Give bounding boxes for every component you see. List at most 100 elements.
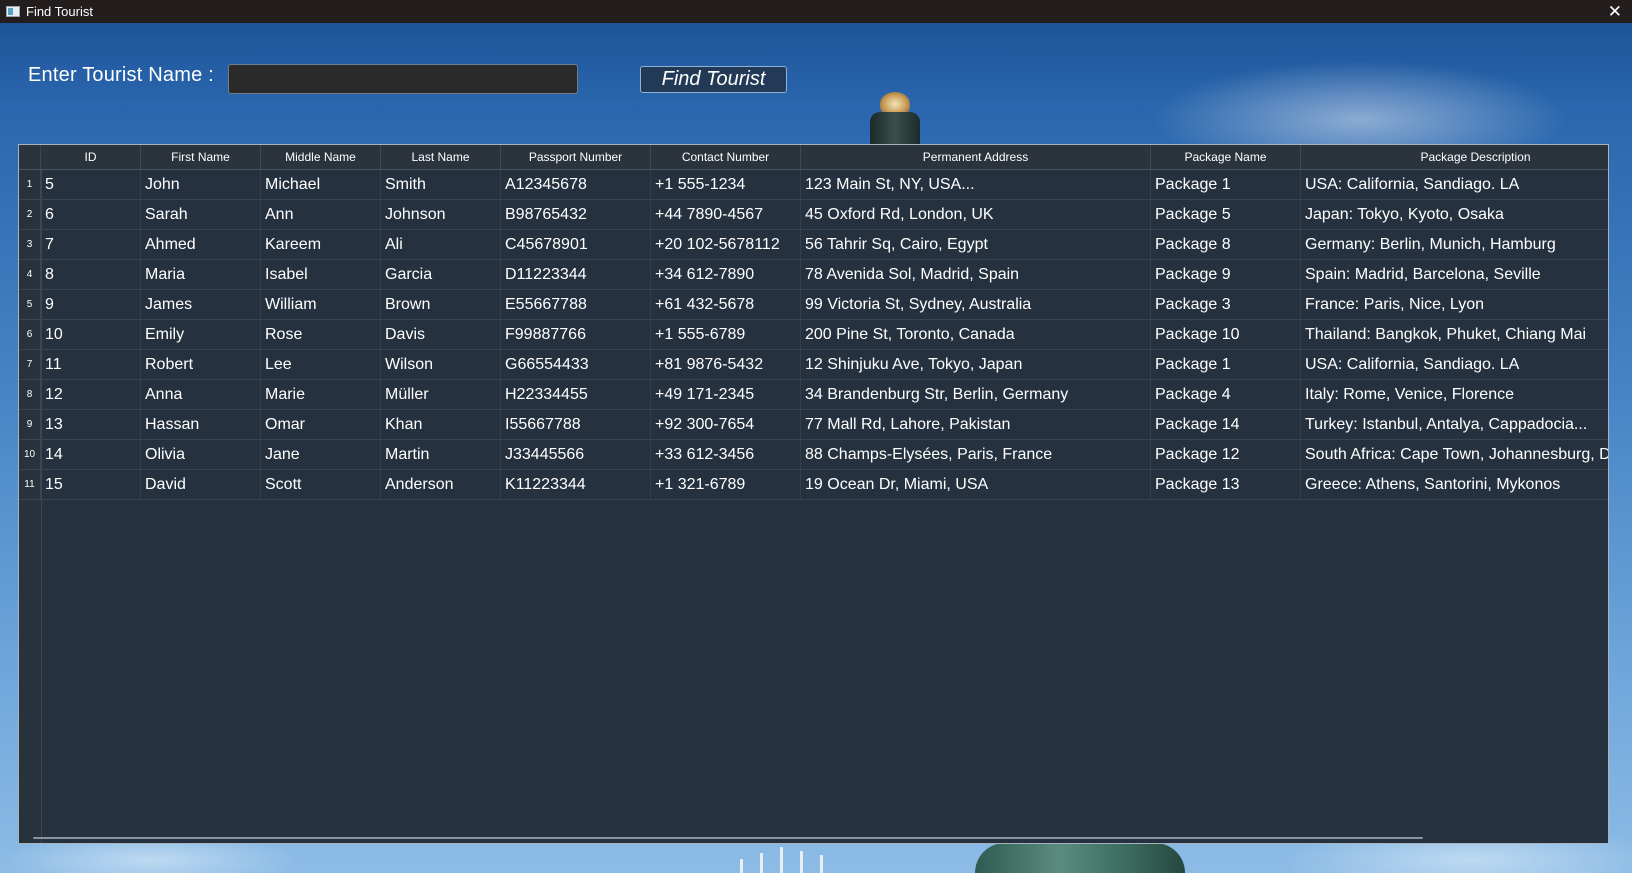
row-number[interactable]: 9: [19, 410, 41, 439]
cell-middle-name[interactable]: William: [261, 290, 381, 319]
column-header-middle-name[interactable]: Middle Name: [261, 145, 381, 169]
cell-first-name[interactable]: Ahmed: [141, 230, 261, 259]
cell-package-description[interactable]: South Africa: Cape Town, Johannesburg, D…: [1301, 440, 1608, 469]
cell-last-name[interactable]: Smith: [381, 170, 501, 199]
cell-last-name[interactable]: Martin: [381, 440, 501, 469]
cell-package-name[interactable]: Package 5: [1151, 200, 1301, 229]
cell-permanent-address[interactable]: 12 Shinjuku Ave, Tokyo, Japan: [801, 350, 1151, 379]
cell-middle-name[interactable]: Jane: [261, 440, 381, 469]
cell-passport-number[interactable]: I55667788: [501, 410, 651, 439]
row-number[interactable]: 10: [19, 440, 41, 469]
cell-package-description[interactable]: Japan: Tokyo, Kyoto, Osaka: [1301, 200, 1608, 229]
cell-contact-number[interactable]: +61 432-5678: [651, 290, 801, 319]
cell-first-name[interactable]: Hassan: [141, 410, 261, 439]
table-row[interactable]: 11 15 David Scott Anderson K11223344 +1 321-67…: [19, 470, 1608, 500]
cell-permanent-address[interactable]: 45 Oxford Rd, London, UK: [801, 200, 1151, 229]
cell-package-name[interactable]: Package 9: [1151, 260, 1301, 289]
cell-package-name[interactable]: Package 13: [1151, 470, 1301, 499]
find-tourist-button[interactable]: Find Tourist: [640, 66, 787, 93]
column-header-package-name[interactable]: Package Name: [1151, 145, 1301, 169]
cell-contact-number[interactable]: +34 612-7890: [651, 260, 801, 289]
cell-id[interactable]: 13: [41, 410, 141, 439]
cell-middle-name[interactable]: Michael: [261, 170, 381, 199]
cell-id[interactable]: 14: [41, 440, 141, 469]
cell-package-name[interactable]: Package 10: [1151, 320, 1301, 349]
cell-package-name[interactable]: Package 12: [1151, 440, 1301, 469]
cell-package-description[interactable]: Turkey: Istanbul, Antalya, Cappadocia...: [1301, 410, 1608, 439]
column-header-passport-number[interactable]: Passport Number: [501, 145, 651, 169]
cell-first-name[interactable]: Anna: [141, 380, 261, 409]
cell-passport-number[interactable]: B98765432: [501, 200, 651, 229]
cell-contact-number[interactable]: +20 102-5678112: [651, 230, 801, 259]
cell-package-name[interactable]: Package 3: [1151, 290, 1301, 319]
table-row[interactable]: 8 12 Anna Marie Müller H22334455 +49 171-2345 3…: [19, 380, 1608, 410]
cell-passport-number[interactable]: K11223344: [501, 470, 651, 499]
cell-package-name[interactable]: Package 1: [1151, 350, 1301, 379]
cell-last-name[interactable]: Khan: [381, 410, 501, 439]
cell-last-name[interactable]: Anderson: [381, 470, 501, 499]
cell-id[interactable]: 12: [41, 380, 141, 409]
cell-package-description[interactable]: Thailand: Bangkok, Phuket, Chiang Mai: [1301, 320, 1608, 349]
cell-last-name[interactable]: Garcia: [381, 260, 501, 289]
cell-contact-number[interactable]: +81 9876-5432: [651, 350, 801, 379]
cell-permanent-address[interactable]: 123 Main St, NY, USA...: [801, 170, 1151, 199]
cell-permanent-address[interactable]: 34 Brandenburg Str, Berlin, Germany: [801, 380, 1151, 409]
cell-id[interactable]: 6: [41, 200, 141, 229]
cell-id[interactable]: 11: [41, 350, 141, 379]
row-number[interactable]: 5: [19, 290, 41, 319]
cell-passport-number[interactable]: F99887766: [501, 320, 651, 349]
table-corner[interactable]: [19, 145, 41, 169]
cell-contact-number[interactable]: +1 555-6789: [651, 320, 801, 349]
cell-passport-number[interactable]: G66554433: [501, 350, 651, 379]
cell-id[interactable]: 15: [41, 470, 141, 499]
cell-first-name[interactable]: John: [141, 170, 261, 199]
column-header-last-name[interactable]: Last Name: [381, 145, 501, 169]
cell-permanent-address[interactable]: 56 Tahrir Sq, Cairo, Egypt: [801, 230, 1151, 259]
column-header-id[interactable]: ID: [41, 145, 141, 169]
row-number[interactable]: 6: [19, 320, 41, 349]
tourist-name-input[interactable]: [228, 64, 578, 94]
cell-package-description[interactable]: Spain: Madrid, Barcelona, Seville: [1301, 260, 1608, 289]
close-icon[interactable]: ✕: [1608, 0, 1622, 23]
cell-permanent-address[interactable]: 88 Champs-Elysées, Paris, France: [801, 440, 1151, 469]
cell-last-name[interactable]: Johnson: [381, 200, 501, 229]
cell-passport-number[interactable]: A12345678: [501, 170, 651, 199]
cell-first-name[interactable]: Emily: [141, 320, 261, 349]
cell-last-name[interactable]: Brown: [381, 290, 501, 319]
row-number[interactable]: 1: [19, 170, 41, 199]
cell-permanent-address[interactable]: 77 Mall Rd, Lahore, Pakistan: [801, 410, 1151, 439]
cell-package-description[interactable]: France: Paris, Nice, Lyon: [1301, 290, 1608, 319]
cell-contact-number[interactable]: +44 7890-4567: [651, 200, 801, 229]
row-number[interactable]: 3: [19, 230, 41, 259]
cell-contact-number[interactable]: +49 171-2345: [651, 380, 801, 409]
cell-first-name[interactable]: Robert: [141, 350, 261, 379]
table-row[interactable]: 5 9 James William Brown E55667788 +61 432-5678…: [19, 290, 1608, 320]
cell-package-description[interactable]: USA: California, Sandiago. LA: [1301, 170, 1608, 199]
cell-contact-number[interactable]: +1 555-1234: [651, 170, 801, 199]
cell-middle-name[interactable]: Scott: [261, 470, 381, 499]
horizontal-scrollbar[interactable]: [33, 837, 1423, 839]
cell-first-name[interactable]: James: [141, 290, 261, 319]
cell-passport-number[interactable]: C45678901: [501, 230, 651, 259]
cell-passport-number[interactable]: D11223344: [501, 260, 651, 289]
row-number[interactable]: 2: [19, 200, 41, 229]
cell-middle-name[interactable]: Marie: [261, 380, 381, 409]
column-header-package-description[interactable]: Package Description: [1301, 145, 1608, 169]
column-header-permanent-address[interactable]: Permanent Address: [801, 145, 1151, 169]
cell-middle-name[interactable]: Ann: [261, 200, 381, 229]
table-row[interactable]: 4 8 Maria Isabel Garcia D11223344 +34 612-7890…: [19, 260, 1608, 290]
table-row[interactable]: 7 11 Robert Lee Wilson G66554433 +81 9876-5432…: [19, 350, 1608, 380]
table-row[interactable]: 9 13 Hassan Omar Khan I55667788 +92 300-7654 77…: [19, 410, 1608, 440]
column-header-first-name[interactable]: First Name: [141, 145, 261, 169]
cell-first-name[interactable]: Maria: [141, 260, 261, 289]
table-row[interactable]: 10 14 Olivia Jane Martin J33445566 +33 612-345…: [19, 440, 1608, 470]
cell-first-name[interactable]: Sarah: [141, 200, 261, 229]
cell-permanent-address[interactable]: 78 Avenida Sol, Madrid, Spain: [801, 260, 1151, 289]
row-number[interactable]: 8: [19, 380, 41, 409]
cell-id[interactable]: 9: [41, 290, 141, 319]
cell-last-name[interactable]: Wilson: [381, 350, 501, 379]
table-row[interactable]: 2 6 Sarah Ann Johnson B98765432 +44 7890-4567 4…: [19, 200, 1608, 230]
table-row[interactable]: 1 5 John Michael Smith A12345678 +1 555-1234 12…: [19, 170, 1608, 200]
table-row[interactable]: 6 10 Emily Rose Davis F99887766 +1 555-6789 200…: [19, 320, 1608, 350]
cell-id[interactable]: 5: [41, 170, 141, 199]
